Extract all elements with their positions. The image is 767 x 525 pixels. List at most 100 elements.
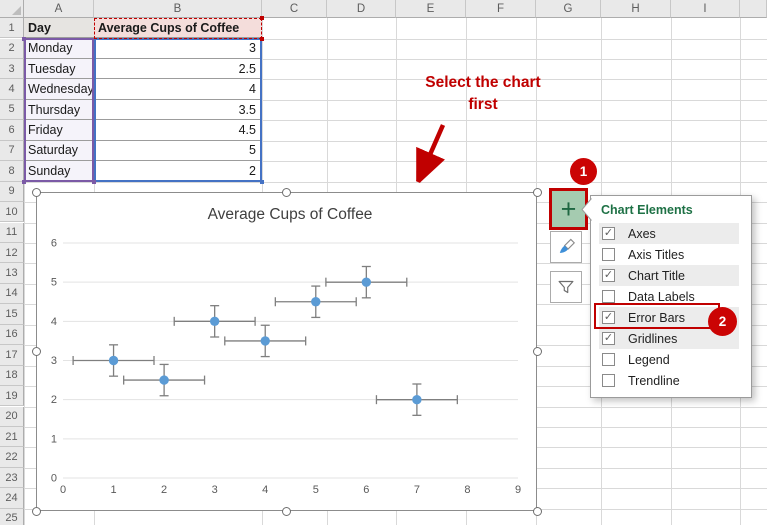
row-header-22[interactable]: 22: [0, 447, 24, 467]
range-handle[interactable]: [22, 180, 26, 184]
range-handle[interactable]: [260, 16, 264, 20]
axes-label[interactable]: Axes: [628, 227, 656, 241]
column-header-b[interactable]: B: [94, 0, 262, 18]
cell-day-sunday[interactable]: Sunday: [24, 161, 94, 181]
column-header-c[interactable]: C: [262, 0, 327, 18]
row-header-12[interactable]: 12: [0, 243, 24, 263]
chart-elements-item-axis-titles[interactable]: Axis Titles: [599, 244, 739, 265]
data-point: [412, 395, 421, 404]
row-header-16[interactable]: 16: [0, 325, 24, 345]
range-handle[interactable]: [92, 180, 96, 184]
select-all-corner[interactable]: [0, 0, 24, 18]
row-header-10[interactable]: 10: [0, 202, 24, 222]
chart-elements-item-chart-title[interactable]: ✓ Chart Title: [599, 265, 739, 286]
legend-label[interactable]: Legend: [628, 353, 670, 367]
row-header-18[interactable]: 18: [0, 366, 24, 386]
row-header-8[interactable]: 8: [0, 161, 24, 181]
axis-titles-checkbox[interactable]: [602, 248, 615, 261]
cell-day-saturday[interactable]: Saturday: [24, 141, 94, 161]
column-header-partial[interactable]: [740, 0, 767, 18]
axes-checkbox[interactable]: ✓: [602, 227, 615, 240]
svg-text:4: 4: [262, 484, 268, 496]
cell-value-monday[interactable]: 3: [94, 39, 262, 59]
chart-title-checkbox[interactable]: ✓: [602, 269, 615, 282]
row-header-21[interactable]: 21: [0, 427, 24, 447]
cell-day-friday[interactable]: Friday: [24, 120, 94, 140]
cell-a1-day-header[interactable]: Day: [24, 18, 94, 38]
row-header-17[interactable]: 17: [0, 345, 24, 365]
row-header-2[interactable]: 2: [0, 39, 24, 59]
chart-elements-popup: Chart Elements ✓AxesAxis Titles✓Chart Ti…: [590, 195, 752, 398]
row-header-23[interactable]: 23: [0, 468, 24, 488]
cell-day-thursday[interactable]: Thursday: [24, 100, 94, 120]
gridlines-label[interactable]: Gridlines: [628, 332, 677, 346]
cell-value-tuesday[interactable]: 2.5: [94, 59, 262, 79]
chart-resize-handle[interactable]: [282, 188, 291, 197]
data-labels-label[interactable]: Data Labels: [628, 290, 695, 304]
gridlines-checkbox[interactable]: ✓: [602, 332, 615, 345]
chart-elements-item-trendline[interactable]: Trendline: [599, 370, 739, 391]
cell-value-thursday[interactable]: 3.5: [94, 100, 262, 120]
cell-day-wednesday[interactable]: Wednesday: [24, 79, 94, 99]
column-header-e[interactable]: E: [396, 0, 466, 18]
cell-value-saturday[interactable]: 5: [94, 141, 262, 161]
cell-value-wednesday[interactable]: 4: [94, 79, 262, 99]
cell-value-friday[interactable]: 4.5: [94, 120, 262, 140]
row-header-19[interactable]: 19: [0, 386, 24, 406]
chart-resize-handle[interactable]: [533, 188, 542, 197]
error-bars-checkbox[interactable]: ✓: [602, 311, 615, 324]
row-header-5[interactable]: 5: [0, 100, 24, 120]
chart-title-label[interactable]: Chart Title: [628, 269, 685, 283]
data-point: [159, 375, 168, 384]
trendline-label[interactable]: Trendline: [628, 374, 680, 388]
row-header-6[interactable]: 6: [0, 120, 24, 140]
chart-resize-handle[interactable]: [282, 507, 291, 516]
row-header-3[interactable]: 3: [0, 59, 24, 79]
column-header-f[interactable]: F: [466, 0, 536, 18]
cell-value-sunday[interactable]: 2: [94, 161, 262, 181]
svg-text:1: 1: [51, 433, 57, 445]
row-header-7[interactable]: 7: [0, 141, 24, 161]
row-header-15[interactable]: 15: [0, 304, 24, 324]
excel-worksheet: ABCDEFGHI 123456789101112131415161718192…: [0, 0, 767, 525]
chart-resize-handle[interactable]: [533, 347, 542, 356]
row-header-20[interactable]: 20: [0, 407, 24, 427]
svg-text:7: 7: [414, 484, 420, 496]
chart-elements-item-data-labels[interactable]: Data Labels: [599, 286, 739, 307]
axis-titles-label[interactable]: Axis Titles: [628, 248, 684, 262]
cell-day-tuesday[interactable]: Tuesday: [24, 59, 94, 79]
range-handle[interactable]: [260, 180, 264, 184]
error-bars-label[interactable]: Error Bars: [628, 311, 685, 325]
row-header-4[interactable]: 4: [0, 79, 24, 99]
row-header-14[interactable]: 14: [0, 284, 24, 304]
column-header-a[interactable]: A: [24, 0, 94, 18]
chart-styles-button[interactable]: [550, 231, 582, 263]
row-header-9[interactable]: 9: [0, 182, 24, 202]
row-header-25[interactable]: 25: [0, 509, 24, 525]
chart-filters-button[interactable]: [550, 271, 582, 303]
row-header-24[interactable]: 24: [0, 488, 24, 508]
range-handle[interactable]: [22, 37, 26, 41]
chart-resize-handle[interactable]: [32, 507, 41, 516]
trendline-checkbox[interactable]: [602, 374, 615, 387]
cell-day-monday[interactable]: Monday: [24, 39, 94, 59]
column-header-g[interactable]: G: [536, 0, 601, 18]
data-point: [109, 356, 118, 365]
chart-resize-handle[interactable]: [32, 347, 41, 356]
row-header-11[interactable]: 11: [0, 223, 24, 243]
column-header-d[interactable]: D: [327, 0, 396, 18]
chart-resize-handle[interactable]: [32, 188, 41, 197]
row-header-1[interactable]: 1: [0, 18, 24, 38]
scatter-chart[interactable]: 01234560123456789Average Cups of Coffee: [36, 192, 537, 511]
chart-elements-item-legend[interactable]: Legend: [599, 349, 739, 370]
row-header-13[interactable]: 13: [0, 263, 24, 283]
legend-checkbox[interactable]: [602, 353, 615, 366]
range-handle[interactable]: [260, 37, 264, 41]
chart-resize-handle[interactable]: [533, 507, 542, 516]
data-labels-checkbox[interactable]: [602, 290, 615, 303]
column-header-h[interactable]: H: [601, 0, 671, 18]
svg-text:6: 6: [51, 238, 57, 250]
column-header-i[interactable]: I: [671, 0, 740, 18]
cell-b1-series-header[interactable]: Average Cups of Coffee: [94, 18, 262, 38]
chart-elements-item-axes[interactable]: ✓ Axes: [599, 223, 739, 244]
